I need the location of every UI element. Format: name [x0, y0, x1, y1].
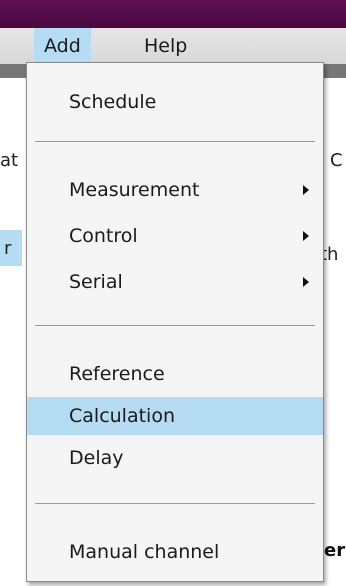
menu-item-measurement[interactable]: Measurement	[27, 171, 323, 209]
menu-item-reference[interactable]: Reference	[27, 355, 323, 393]
menu-bar: Add Help	[0, 28, 346, 65]
menu-item-calculation[interactable]: Calculation	[27, 397, 323, 435]
background-text-fragment: at	[0, 150, 19, 171]
menu-item-label: Control	[69, 225, 138, 247]
menu-separator	[35, 325, 315, 326]
background-text-fragment: C	[330, 150, 343, 171]
menu-item-schedule[interactable]: Schedule	[27, 83, 323, 121]
chevron-right-icon	[303, 185, 309, 195]
menu-item-delay[interactable]: Delay	[27, 439, 323, 477]
menu-separator	[35, 141, 315, 142]
menu-add[interactable]: Add	[34, 28, 91, 64]
background-text-fragment: er	[324, 540, 346, 561]
menu-item-label: Measurement	[69, 179, 200, 201]
menu-item-control[interactable]: Control	[27, 217, 323, 255]
menu-item-label: Serial	[69, 271, 123, 293]
add-menu-dropdown: Schedule Measurement Control Serial Refe…	[26, 62, 324, 582]
menu-separator	[35, 503, 315, 504]
chevron-right-icon	[303, 231, 309, 241]
menu-item-manual-channel[interactable]: Manual channel	[27, 533, 323, 571]
menu-help[interactable]: Help	[134, 28, 197, 64]
window-titlebar	[0, 0, 346, 28]
menu-item-serial[interactable]: Serial	[27, 263, 323, 301]
background-text-fragment: r	[4, 238, 12, 259]
chevron-right-icon	[303, 277, 309, 287]
